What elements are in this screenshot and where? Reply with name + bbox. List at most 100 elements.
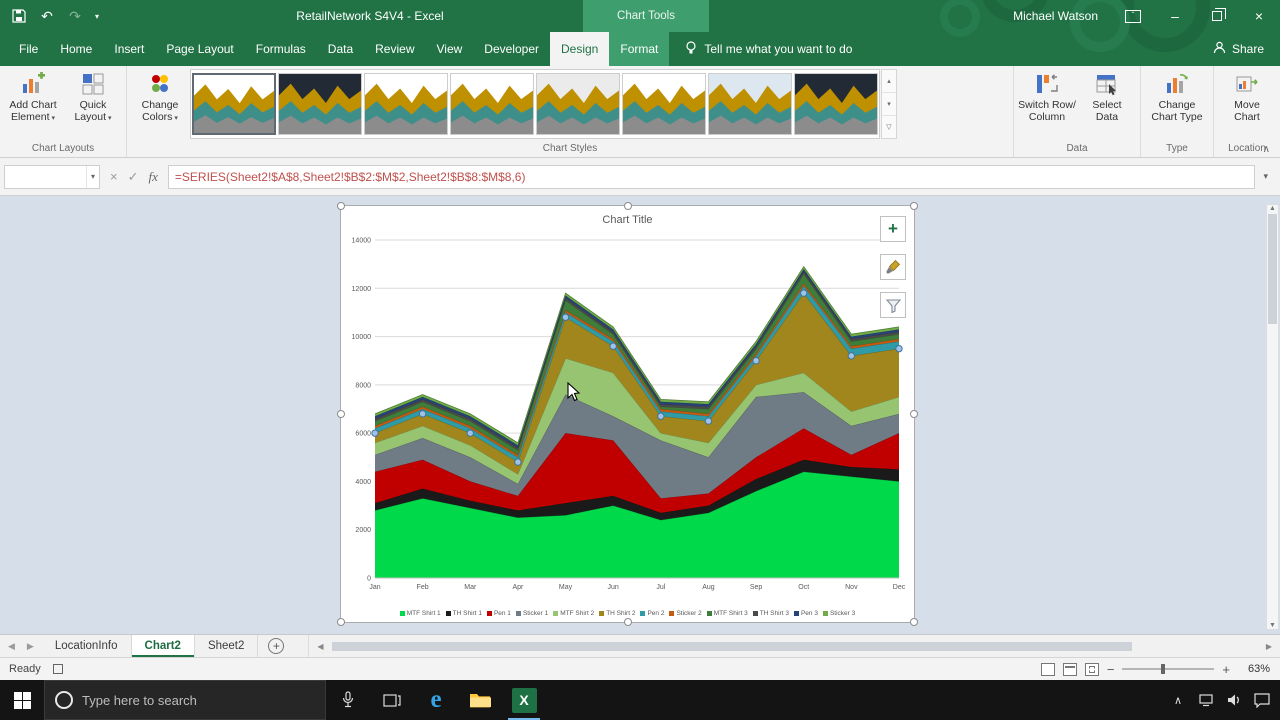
name-box[interactable]: ▾ xyxy=(4,165,100,189)
resize-handle[interactable] xyxy=(910,410,918,418)
vertical-scroll-thumb[interactable] xyxy=(1268,214,1277,324)
zoom-slider-thumb[interactable] xyxy=(1161,664,1165,674)
legend-item[interactable]: Pen 3 xyxy=(794,610,818,617)
zoom-in-icon[interactable]: + xyxy=(1222,662,1230,677)
close-button[interactable]: × xyxy=(1238,0,1280,32)
minimize-button[interactable]: – xyxy=(1154,0,1196,32)
chart-style-2[interactable] xyxy=(278,73,362,135)
sheet-tab-chart2[interactable]: Chart2 xyxy=(132,635,195,657)
legend-item[interactable]: Pen 2 xyxy=(640,610,664,617)
sheet-tab-locationinfo[interactable]: LocationInfo xyxy=(42,635,132,657)
expand-formula-bar-icon[interactable]: ▾ xyxy=(1255,171,1276,182)
legend-item[interactable]: Sticker 2 xyxy=(669,610,701,617)
legend-item[interactable]: MTF Shirt 3 xyxy=(707,610,748,617)
selection-handle[interactable] xyxy=(705,418,711,424)
macro-record-icon[interactable] xyxy=(53,664,63,674)
tab-design[interactable]: Design xyxy=(550,32,609,66)
move-chart-button[interactable]: Move Chart xyxy=(1217,68,1277,140)
selection-handle[interactable] xyxy=(896,345,902,351)
next-sheet-icon[interactable]: ▶ xyxy=(27,641,34,652)
select-data-button[interactable]: Select Data xyxy=(1077,68,1137,140)
legend-item[interactable]: Sticker 1 xyxy=(516,610,548,617)
scroll-down-icon[interactable]: ▼ xyxy=(1269,622,1276,629)
name-box-chevron-icon[interactable]: ▾ xyxy=(86,166,99,188)
legend-item[interactable]: TH Shirt 2 xyxy=(599,610,635,617)
chart-styles-button[interactable] xyxy=(880,254,906,280)
collapse-ribbon-icon[interactable]: ∧ xyxy=(1263,144,1270,155)
gallery-more-icon[interactable]: ▽ xyxy=(882,116,896,138)
enter-entry-icon[interactable]: ✓ xyxy=(128,169,139,185)
resize-handle[interactable] xyxy=(624,618,632,626)
selection-handle[interactable] xyxy=(753,358,759,364)
quick-layout-button[interactable]: Quick Layout▾ xyxy=(63,68,123,140)
legend-item[interactable]: TH Shirt 3 xyxy=(753,610,789,617)
chart-filters-button[interactable] xyxy=(880,292,906,318)
tab-file[interactable]: File xyxy=(8,32,49,66)
tab-data[interactable]: Data xyxy=(317,32,364,66)
cancel-entry-icon[interactable]: × xyxy=(110,169,118,184)
edge-icon[interactable]: e xyxy=(414,680,458,720)
network-icon[interactable] xyxy=(1192,680,1220,720)
microphone-icon[interactable] xyxy=(326,680,370,720)
start-button[interactable] xyxy=(0,680,44,720)
resize-handle[interactable] xyxy=(337,202,345,210)
tab-insert[interactable]: Insert xyxy=(103,32,155,66)
gallery-scroll-down-icon[interactable]: ▾ xyxy=(882,93,896,116)
volume-icon[interactable] xyxy=(1220,680,1248,720)
customize-qat-icon[interactable]: ▾ xyxy=(90,3,104,29)
horizontal-scroll-track[interactable] xyxy=(330,641,1260,652)
zoom-level[interactable]: 63% xyxy=(1238,663,1270,675)
chart-style-7[interactable] xyxy=(708,73,792,135)
legend-item[interactable]: MTF Shirt 2 xyxy=(553,610,594,617)
selection-handle[interactable] xyxy=(419,411,425,417)
legend-item[interactable]: TH Shirt 1 xyxy=(446,610,482,617)
add-chart-element-button[interactable]: Add Chart Element▾ xyxy=(3,68,63,140)
tab-developer[interactable]: Developer xyxy=(473,32,550,66)
scroll-right-icon[interactable]: ▶ xyxy=(1260,642,1278,651)
selection-handle[interactable] xyxy=(658,413,664,419)
horizontal-scroll-thumb[interactable] xyxy=(332,642,1132,651)
prev-sheet-icon[interactable]: ◀ xyxy=(8,641,15,652)
vertical-scrollbar[interactable]: ▲ ▼ xyxy=(1266,204,1279,630)
change-chart-type-button[interactable]: Change Chart Type xyxy=(1144,68,1210,140)
hidden-icons-chevron-icon[interactable]: ∧ xyxy=(1164,680,1192,720)
resize-handle[interactable] xyxy=(910,202,918,210)
normal-view-icon[interactable] xyxy=(1041,663,1055,676)
selection-handle[interactable] xyxy=(848,353,854,359)
tab-review[interactable]: Review xyxy=(364,32,425,66)
formula-input-area[interactable] xyxy=(168,165,1256,189)
page-layout-view-icon[interactable] xyxy=(1063,663,1077,676)
chart-style-6[interactable] xyxy=(622,73,706,135)
scroll-left-icon[interactable]: ◀ xyxy=(311,642,329,651)
resize-handle[interactable] xyxy=(337,618,345,626)
zoom-out-icon[interactable]: − xyxy=(1107,662,1115,677)
selection-handle[interactable] xyxy=(467,430,473,436)
chart-style-8[interactable] xyxy=(794,73,878,135)
taskbar-search-input[interactable] xyxy=(82,693,315,708)
excel-taskbar-icon[interactable]: X xyxy=(502,680,546,720)
save-icon[interactable] xyxy=(6,3,32,29)
restore-button[interactable] xyxy=(1196,0,1238,32)
chart-plot-area[interactable]: 02000400060008000100001200014000JanFebMa… xyxy=(341,232,916,598)
switch-row-column-button[interactable]: Switch Row/ Column xyxy=(1017,68,1077,140)
task-view-icon[interactable] xyxy=(370,680,414,720)
name-box-input[interactable] xyxy=(9,170,86,184)
insert-function-icon[interactable]: fx xyxy=(149,169,158,185)
redo-icon[interactable]: ↷ xyxy=(62,3,88,29)
share-button[interactable]: Share xyxy=(1213,32,1280,66)
chart-title[interactable]: Chart Title xyxy=(341,214,914,226)
tab-home[interactable]: Home xyxy=(49,32,103,66)
chart-elements-button[interactable]: + xyxy=(880,216,906,242)
action-center-icon[interactable] xyxy=(1248,680,1276,720)
selection-handle[interactable] xyxy=(562,314,568,320)
selection-handle[interactable] xyxy=(610,343,616,349)
scroll-up-icon[interactable]: ▲ xyxy=(1269,205,1276,212)
selection-handle[interactable] xyxy=(515,459,521,465)
worksheet-area[interactable]: Chart Title 0200040006000800010000120001… xyxy=(0,196,1280,634)
resize-handle[interactable] xyxy=(624,202,632,210)
resize-handle[interactable] xyxy=(337,410,345,418)
user-account-button[interactable]: Michael Watson xyxy=(999,9,1112,23)
new-sheet-button[interactable]: + xyxy=(268,638,284,654)
legend-item[interactable]: Pen 1 xyxy=(487,610,511,617)
legend-item[interactable]: Sticker 3 xyxy=(823,610,855,617)
